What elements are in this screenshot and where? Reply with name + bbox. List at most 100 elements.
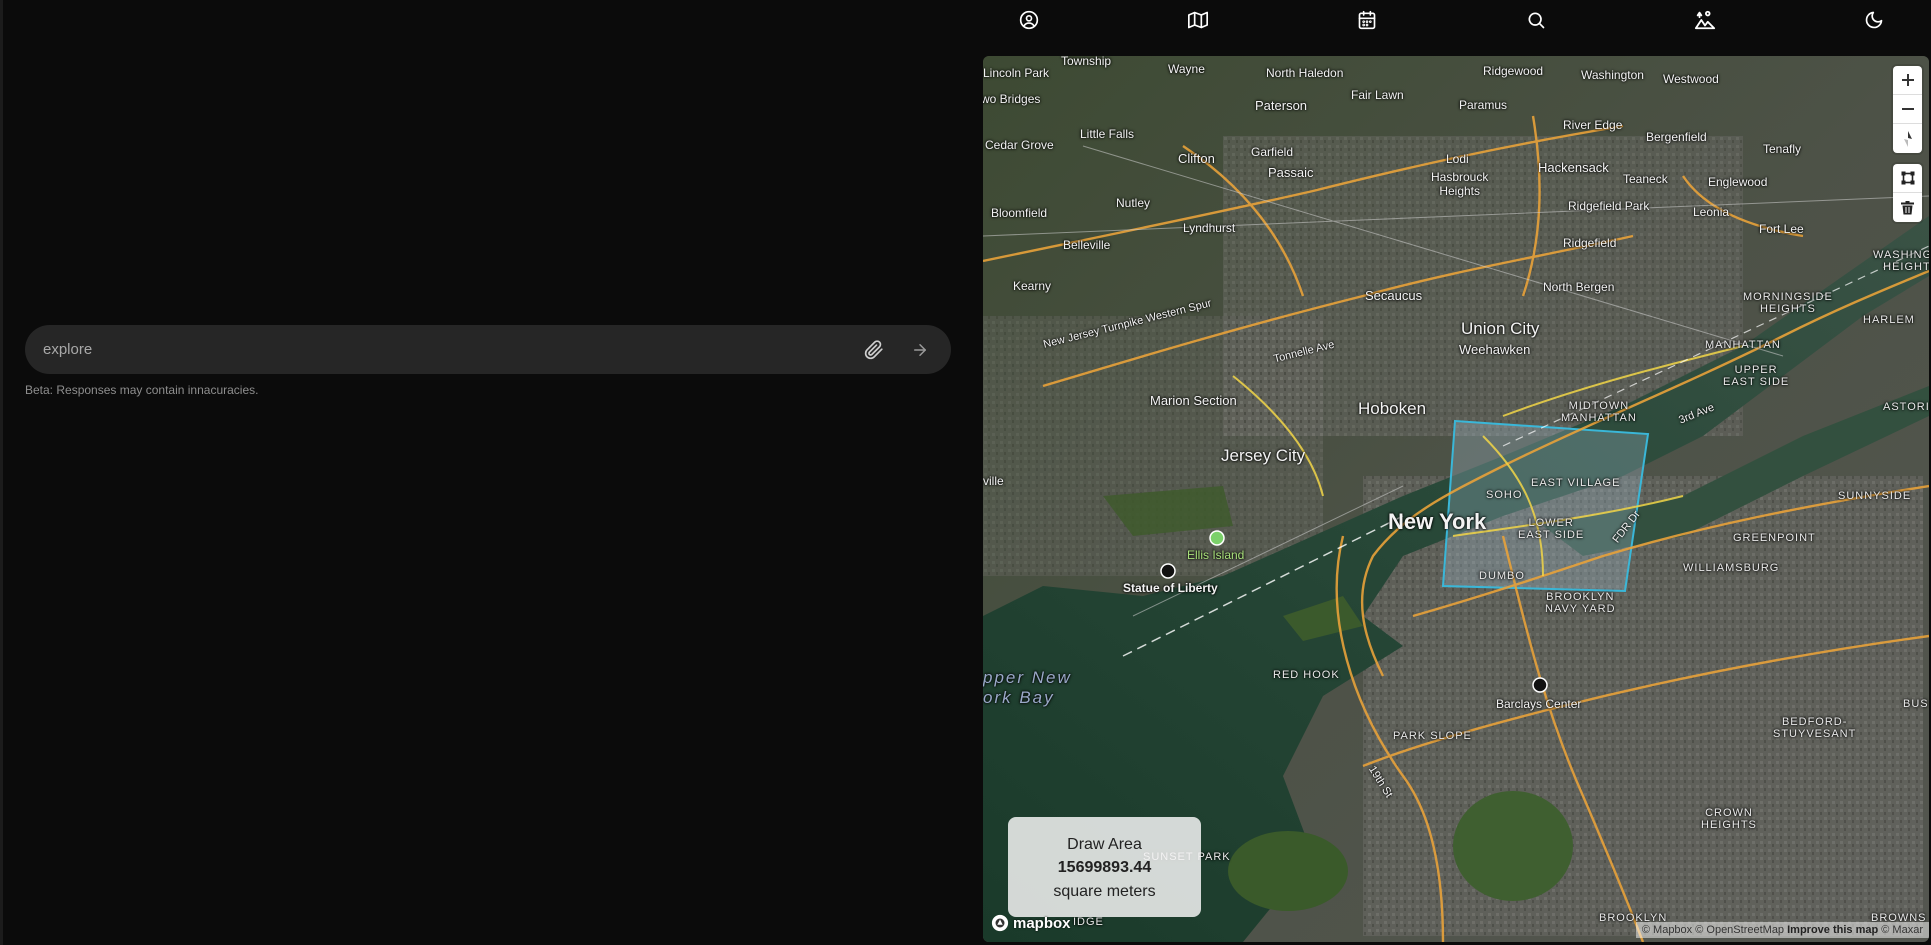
attribution-osm-link[interactable]: © OpenStreetMap [1695,924,1784,936]
map-label: ville [983,474,1004,488]
map-label: Passaic [1268,165,1314,180]
map-label: Wayne [1168,62,1205,76]
map-label: IDGE [1073,916,1104,928]
map-label: North Bergen [1543,280,1615,294]
map-label: Hackensack [1538,160,1609,175]
map-label: Clifton [1178,151,1215,166]
draw-polygon-icon[interactable] [1893,164,1922,193]
map-label: Jersey City [1221,446,1306,465]
map-label: BEDFORD- STUYVESANT [1773,716,1857,740]
map-label: HARLEM [1863,314,1915,326]
attribution-mapbox-link[interactable]: © Mapbox [1642,924,1692,936]
map-label: BUS [1903,698,1929,710]
map-label: WASHINGTO HEIGHTS [1873,249,1929,273]
map-label: Fair Lawn [1351,88,1404,102]
zoom-out-icon[interactable] [1893,95,1922,124]
app: Beta: Responses may contain innacuracies… [0,0,1931,945]
map-label: Ridgewood [1483,64,1544,78]
map-label: Ellis Island [1187,548,1245,562]
map-label: Leonia [1693,205,1730,219]
map-label: UPPER EAST SIDE [1723,364,1790,388]
map-label: Tenafly [1763,142,1802,156]
map-label: Statue of Liberty [1123,581,1218,595]
map-label: Garfield [1251,145,1294,159]
map-label: Lodi [1446,152,1469,166]
user-circle-icon[interactable] [1017,8,1041,32]
draw-area-panel: Draw Area 15699893.44 square meters [1008,817,1201,917]
map-label: Englewood [1708,175,1768,189]
map-label: ASTORIA [1883,401,1929,413]
map-label: EAST VILLAGE [1531,477,1621,489]
map-label: Township [1061,56,1112,68]
map-label: wo Bridges [983,92,1041,106]
map-label: CROWN HEIGHTS [1701,807,1757,831]
draw-area-unit: square meters [1053,883,1156,900]
top-toolbar [983,0,1931,40]
map-label: Kearny [1013,279,1052,293]
map-label: MORNINGSIDE HEIGHTS [1743,291,1833,315]
map-label: WILLIAMSBURG [1683,562,1780,574]
attribution-maxar-link[interactable]: © Maxar [1881,924,1923,936]
map-label: BROOKLYN NAVY YARD [1545,591,1616,615]
map-label: Washington [1581,68,1644,82]
map-label: North Haledon [1266,66,1344,80]
map-label: Teaneck [1623,172,1668,186]
chat-input[interactable] [43,341,841,358]
chat-bar [25,325,951,374]
draw-controls [1893,164,1922,222]
map-label: Ridgefield [1563,236,1617,250]
map-label: Fort Lee [1759,222,1804,236]
map-label: Paterson [1255,98,1308,113]
map-label: Hasbrouck Heights [1431,170,1489,198]
map-label: River Edge [1563,118,1623,132]
terrain-person-icon[interactable] [1693,8,1717,32]
map-label: GREENPOINT [1733,532,1816,544]
search-icon[interactable] [1524,8,1548,32]
trash-icon[interactable] [1893,193,1922,222]
map-canvas[interactable]: Township Wayne North Haledon Ridgewood W… [983,56,1929,942]
map-attribution: © Mapbox © OpenStreetMap Improve this ma… [1635,922,1929,938]
map-label: Ridgefield Park [1568,199,1650,213]
map-label: Little Falls [1080,127,1135,141]
map-icon[interactable] [1186,8,1210,32]
map-label: SUNNYSIDE [1838,490,1912,502]
arrow-right-icon[interactable] [907,337,933,363]
map-label: Nutley [1116,196,1151,210]
map-label: MIDTOWN MANHATTAN [1561,400,1637,424]
navigation-controls [1893,66,1922,153]
map-label: MANHATTAN [1705,339,1781,351]
map-label: Barclays Center [1496,697,1582,711]
map-label: Belleville [1063,238,1111,252]
map-label: Lyndhurst [1183,221,1236,235]
map-label: Secaucus [1365,288,1423,303]
mapbox-logo[interactable]: mapbox [991,914,1071,932]
compass-icon[interactable] [1893,124,1922,153]
draw-area-value: 15699893.44 [1057,859,1152,876]
map-label: Westwood [1663,72,1719,86]
map-label: PARK SLOPE [1393,730,1472,742]
calendar-icon[interactable] [1355,8,1379,32]
map-label: Paramus [1459,98,1508,112]
map-label: pper New ork Bay [983,668,1072,707]
map-label: Cedar Grove [985,138,1054,152]
map-label: New York [1388,509,1487,534]
map-label: Union City [1461,319,1540,338]
beta-note: Beta: Responses may contain innacuracies… [25,383,259,397]
map-label: Hoboken [1358,399,1427,418]
paperclip-icon[interactable] [861,337,887,363]
map-label: DUMBO [1479,570,1525,582]
moon-icon[interactable] [1862,8,1886,32]
left-pane-edge [0,0,3,945]
attribution-improve-link[interactable]: Improve this map [1787,924,1878,936]
map-label: Bergenfield [1646,130,1707,144]
map-label: Lincoln Park [983,66,1050,80]
map-label: Bloomfield [991,206,1048,220]
zoom-in-icon[interactable] [1893,66,1922,95]
map-label: SOHO [1486,489,1523,501]
map-label: RED HOOK [1273,669,1340,681]
map-label: LOWER EAST SIDE [1518,517,1585,541]
map-label: Marion Section [1150,393,1237,408]
map-label: Weehawken [1459,342,1531,357]
draw-area-title: Draw Area [1067,836,1142,853]
mapbox-logo-text: mapbox [1013,914,1071,932]
